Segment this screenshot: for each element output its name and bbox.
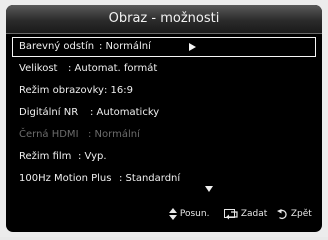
- menu-item-label: Režim obrazovky: [19, 85, 104, 96]
- title-bar: Obraz - možnosti: [6, 5, 322, 34]
- menu-item-label: Režim film: [19, 151, 72, 162]
- help-move-label: Posun.: [179, 209, 210, 219]
- menu-item-label: 100Hz Motion Plus: [19, 173, 112, 184]
- help-enter: Zadat: [224, 203, 267, 226]
- menu-item-value: : Vyp.: [78, 151, 107, 162]
- up-down-icon: [169, 208, 177, 220]
- help-back-label: Zpět: [290, 209, 312, 219]
- menu-item-label: Velikost: [19, 63, 58, 74]
- menu-item-velikost[interactable]: Velikost : Automat. formát: [12, 59, 316, 79]
- menu-item-rezim-obrazovky[interactable]: Režim obrazovky : 16:9: [12, 81, 316, 101]
- menu-item-value: : Automat. formát: [68, 63, 158, 74]
- arrow-right-icon: [189, 43, 196, 51]
- menu-item-100hz-motion-plus[interactable]: 100Hz Motion Plus : Standardní: [12, 169, 316, 189]
- help-enter-label: Zadat: [240, 209, 268, 219]
- help-bar: Posun. Zadat Zpět: [6, 203, 322, 225]
- menu-item-label: Digitální NR: [19, 107, 79, 118]
- menu-item-value: : 16:9: [104, 85, 134, 96]
- menu-item-value: : Standardní: [119, 173, 181, 184]
- menu-item-value: : Automaticky: [90, 107, 160, 118]
- enter-icon: [224, 208, 238, 219]
- menu-item-label: Černá HDMI: [19, 129, 79, 140]
- menu-item-barevny-odstin[interactable]: Barevný odstín : Normální: [12, 37, 316, 57]
- help-move: Posun.: [169, 203, 209, 226]
- menu-item-digitalni-nr[interactable]: Digitální NR : Automaticky: [12, 103, 316, 123]
- menu-item-cerna-hdmi: Černá HDMI : Normální: [12, 125, 316, 145]
- return-icon: [277, 208, 287, 219]
- picture-options-menu: Obraz - možnosti Barevný odstín : Normál…: [6, 5, 322, 232]
- menu-item-rezim-film[interactable]: Režim film : Vyp.: [12, 147, 316, 167]
- menu-item-value: : Normální: [99, 41, 151, 52]
- help-back: Zpět: [277, 203, 312, 226]
- screen: Obraz - možnosti Barevný odstín : Normál…: [0, 0, 328, 237]
- menu-item-value: : Normální: [88, 129, 140, 140]
- scroll-down-icon[interactable]: [205, 186, 213, 192]
- menu-item-label: Barevný odstín: [19, 41, 95, 52]
- menu-title: Obraz - možnosti: [108, 11, 220, 26]
